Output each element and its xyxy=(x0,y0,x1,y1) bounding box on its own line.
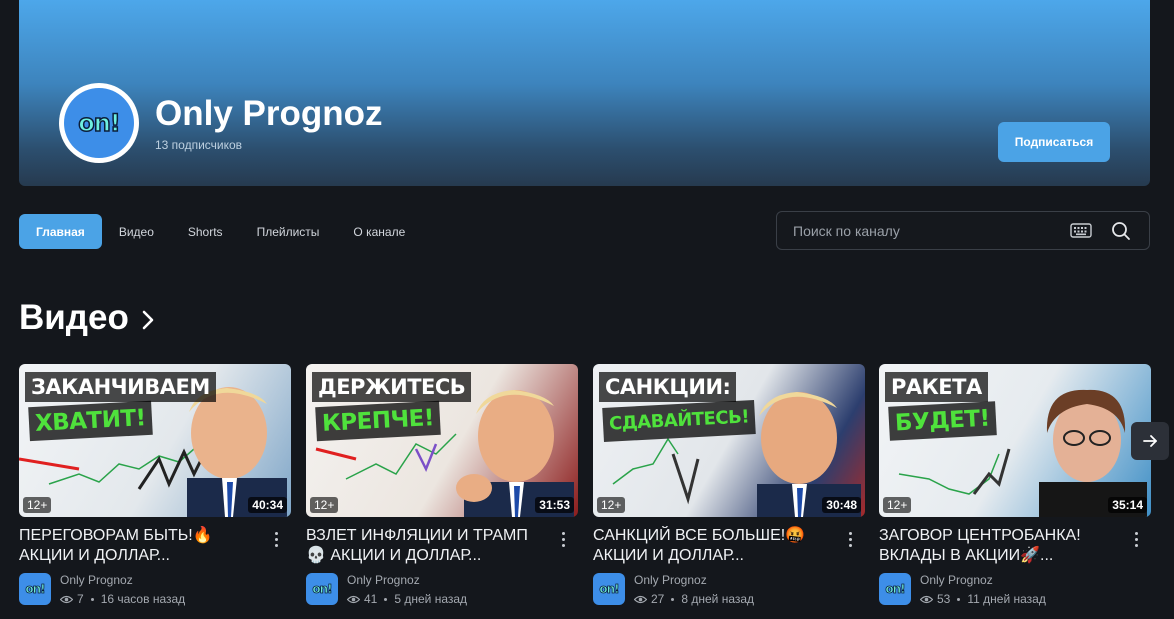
published-time: 5 дней назад xyxy=(394,592,468,606)
video-card[interactable]: РАКЕТА БУДЕТ! 12+ 35:14 ЗАГОВОР ЦЕНТРОБА… xyxy=(879,364,1151,606)
video-channel-name[interactable]: Only Prognoz xyxy=(347,573,420,587)
age-rating-badge: 12+ xyxy=(597,497,626,513)
carousel-next-button[interactable] xyxy=(1131,422,1169,460)
published-time: 11 дней назад xyxy=(967,592,1046,606)
thumbnail-text-top: РАКЕТА xyxy=(885,372,988,402)
eye-icon xyxy=(60,595,73,603)
tab-videos[interactable]: Видео xyxy=(102,214,171,249)
video-thumbnail[interactable]: РАКЕТА БУДЕТ! 12+ 35:14 xyxy=(879,364,1151,517)
subscriber-count: 13 подписчиков xyxy=(155,138,243,152)
view-count: 7 xyxy=(77,592,84,606)
published-time: 16 часов назад xyxy=(100,592,186,606)
more-vertical-icon[interactable] xyxy=(275,532,279,550)
video-channel-name[interactable]: Only Prognoz xyxy=(634,573,707,587)
more-vertical-icon[interactable] xyxy=(562,532,566,550)
section-title-videos[interactable]: Видео xyxy=(19,296,155,340)
channel-logo: on! xyxy=(25,582,46,597)
channel-avatar-small[interactable]: on! xyxy=(306,573,338,605)
view-count: 41 xyxy=(364,592,378,606)
thumbnail-text-top: САНКЦИИ: xyxy=(599,372,737,402)
age-rating-badge: 12+ xyxy=(883,497,912,513)
more-vertical-icon[interactable] xyxy=(849,532,853,550)
subscribe-button[interactable]: Подписаться xyxy=(998,122,1110,162)
view-count: 53 xyxy=(937,592,951,606)
video-card[interactable]: САНКЦИИ: СДАВАЙТЕСЬ! 12+ 30:48 САНКЦИЙ В… xyxy=(593,364,865,606)
video-channel-name[interactable]: Only Prognoz xyxy=(920,573,993,587)
channel-search xyxy=(776,211,1150,250)
keyboard-icon[interactable] xyxy=(1070,223,1092,243)
channel-avatar[interactable]: on! xyxy=(59,83,139,163)
duration-badge: 30:48 xyxy=(822,497,861,513)
age-rating-badge: 12+ xyxy=(23,497,52,513)
video-meta: 27 8 дней назад xyxy=(634,592,754,606)
video-meta: 53 11 дней назад xyxy=(920,592,1046,606)
tab-home[interactable]: Главная xyxy=(19,214,102,249)
video-meta: 41 5 дней назад xyxy=(347,592,467,606)
more-vertical-icon[interactable] xyxy=(1135,532,1139,550)
eye-icon xyxy=(347,595,360,603)
tab-playlists[interactable]: Плейлисты xyxy=(240,214,337,249)
eye-icon xyxy=(634,595,647,603)
duration-badge: 40:34 xyxy=(248,497,287,513)
channel-logo: on! xyxy=(885,582,906,597)
channel-avatar-small[interactable]: on! xyxy=(19,573,51,605)
channel-logo: on! xyxy=(312,582,333,597)
video-channel-name[interactable]: Only Prognoz xyxy=(60,573,133,587)
chevron-right-icon xyxy=(141,300,155,340)
video-title[interactable]: ЗАГОВОР ЦЕНТРОБАНКА! ВКЛАДЫ В АКЦИИ🚀... xyxy=(879,526,1119,566)
channel-banner: on! Only Prognoz 13 подписчиков Подписат… xyxy=(19,0,1150,186)
duration-badge: 31:53 xyxy=(535,497,574,513)
channel-nav: Главная Видео Shorts Плейлисты О канале xyxy=(19,214,422,249)
video-title[interactable]: ВЗЛЕТ ИНФЛЯЦИИ И ТРАМП 💀 АКЦИИ И ДОЛЛАР.… xyxy=(306,526,546,566)
video-thumbnail[interactable]: ЗАКАНЧИВАЕМ ХВАТИТ! 12+ 40:34 xyxy=(19,364,291,517)
tab-about[interactable]: О канале xyxy=(336,214,422,249)
video-meta: 7 16 часов назад xyxy=(60,592,185,606)
duration-badge: 35:14 xyxy=(1108,497,1147,513)
thumbnail-text-bottom: ХВАТИТ! xyxy=(28,400,153,442)
channel-logo: on! xyxy=(599,582,620,597)
video-card[interactable]: ЗАКАНЧИВАЕМ ХВАТИТ! 12+ 40:34 ПЕРЕГОВОРА… xyxy=(19,364,291,606)
channel-avatar-small[interactable]: on! xyxy=(879,573,911,605)
channel-avatar-small[interactable]: on! xyxy=(593,573,625,605)
channel-name: Only Prognoz xyxy=(155,94,383,133)
channel-logo: on! xyxy=(77,108,121,138)
published-time: 8 дней назад xyxy=(681,592,755,606)
video-title[interactable]: ПЕРЕГОВОРАМ БЫТЬ!🔥 АКЦИИ И ДОЛЛАР... xyxy=(19,526,259,566)
eye-icon xyxy=(920,595,933,603)
search-icon[interactable] xyxy=(1111,221,1131,246)
age-rating-badge: 12+ xyxy=(310,497,339,513)
thumbnail-text-top: ЗАКАНЧИВАЕМ xyxy=(25,372,216,402)
thumbnail-text-bottom: БУДЕТ! xyxy=(888,401,997,441)
video-thumbnail[interactable]: ДЕРЖИТЕСЬ КРЕПЧЕ! 12+ 31:53 xyxy=(306,364,578,517)
arrow-right-icon xyxy=(1143,435,1157,447)
tab-shorts[interactable]: Shorts xyxy=(171,214,240,249)
thumbnail-text-bottom: КРЕПЧЕ! xyxy=(315,400,441,442)
video-title[interactable]: САНКЦИЙ ВСЕ БОЛЬШЕ!🤬 АКЦИИ И ДОЛЛАР... xyxy=(593,526,833,566)
section-title: Видео xyxy=(19,298,129,337)
view-count: 27 xyxy=(651,592,665,606)
video-card[interactable]: ДЕРЖИТЕСЬ КРЕПЧЕ! 12+ 31:53 ВЗЛЕТ ИНФЛЯЦ… xyxy=(306,364,578,606)
search-input[interactable] xyxy=(793,221,1053,241)
video-thumbnail[interactable]: САНКЦИИ: СДАВАЙТЕСЬ! 12+ 30:48 xyxy=(593,364,865,517)
channel-page: on! Only Prognoz 13 подписчиков Подписат… xyxy=(0,0,1174,619)
thumbnail-text-top: ДЕРЖИТЕСЬ xyxy=(312,372,472,402)
